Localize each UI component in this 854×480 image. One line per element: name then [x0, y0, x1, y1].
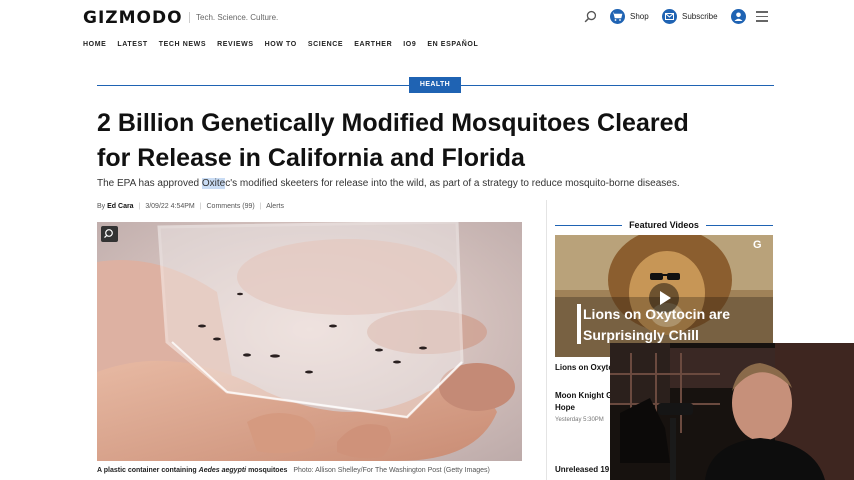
article-dek: The EPA has approved Oxitec's modified s…: [97, 178, 680, 189]
nav-item-en-espanol[interactable]: EN ESPAÑOL: [427, 41, 478, 48]
nav-item-earther[interactable]: EARTHER: [354, 41, 392, 48]
user-account-icon[interactable]: [731, 9, 746, 24]
caption-bar: [577, 304, 581, 344]
gizmodo-badge: G: [753, 239, 762, 251]
link-2-line-1: Moon Knight G: [555, 391, 613, 400]
caption-suffix: mosquitoes: [246, 467, 288, 474]
hero-image[interactable]: [97, 222, 522, 461]
dek-text-start: The EPA has approved: [97, 178, 202, 189]
link-2-line-2: Hope: [555, 403, 575, 412]
site-tagline: Tech. Science. Culture.: [189, 12, 278, 23]
menu-icon[interactable]: [756, 11, 768, 25]
cart-icon: [610, 9, 625, 24]
zoom-icon[interactable]: [101, 226, 118, 242]
video-title-line-1: Lions on Oxytocin are: [583, 306, 731, 322]
publish-timestamp: 3/09/22 4:54PM: [145, 203, 195, 210]
nav-item-tech-news[interactable]: TECH NEWS: [159, 41, 206, 48]
subscribe-button[interactable]: Subscribe: [662, 9, 718, 24]
mail-icon: [662, 9, 677, 24]
featured-video-time: Yesterday 5:30PM: [555, 417, 604, 423]
caption-species: Aedes aegypti: [198, 467, 247, 474]
article-byline: By Ed Cara | 3/09/22 4:54PM | Comments (…: [97, 203, 284, 210]
subscribe-label: Subscribe: [682, 12, 718, 21]
author-link[interactable]: Ed Cara: [107, 203, 133, 210]
featured-video-link-3[interactable]: Unreleased 19: [555, 465, 609, 474]
featured-video-link-1[interactable]: Lions on Oxyto: [555, 363, 613, 372]
site-logo[interactable]: GIZMODO: [83, 8, 183, 28]
nav-item-science[interactable]: SCIENCE: [308, 41, 343, 48]
photo-credit: Photo: Allison Shelley/For The Washingto…: [293, 467, 490, 474]
nav-item-home[interactable]: HOME: [83, 41, 106, 48]
featured-video-player[interactable]: G Lions on Oxytocin are Surprisingly Chi…: [555, 235, 773, 357]
main-nav: HOME LATEST TECH NEWS REVIEWS HOW TO SCI…: [83, 41, 489, 48]
category-tag[interactable]: HEALTH: [409, 77, 461, 93]
shop-label: Shop: [630, 12, 649, 21]
nav-item-how-to[interactable]: HOW TO: [265, 41, 297, 48]
image-caption: A plastic container containing Aedes aeg…: [97, 467, 490, 474]
nav-item-io9[interactable]: IO9: [403, 41, 416, 48]
nav-item-latest[interactable]: LATEST: [117, 41, 147, 48]
video-title-overlay: Lions on Oxytocin are Surprisingly Chill: [583, 304, 730, 346]
shop-button[interactable]: Shop: [610, 9, 649, 24]
comments-link[interactable]: Comments (99): [207, 203, 255, 210]
caption-text: A plastic container containing: [97, 467, 199, 474]
alerts-link[interactable]: Alerts: [266, 203, 284, 210]
webcam-overlay: [610, 343, 854, 480]
article-headline: 2 Billion Genetically Modified Mosquitoe…: [97, 109, 689, 172]
featured-video-link-2[interactable]: Moon Knight G Hope: [555, 390, 612, 414]
dek-text-end: c's modified skeeters for release into t…: [225, 178, 680, 189]
search-icon[interactable]: [584, 10, 597, 23]
byline-prefix: By: [97, 203, 106, 210]
nav-item-reviews[interactable]: REVIEWS: [217, 41, 253, 48]
dek-selected-text: Oxite: [201, 178, 226, 189]
sidebar-divider: [546, 200, 547, 480]
featured-videos-heading: Featured Videos: [629, 220, 699, 230]
